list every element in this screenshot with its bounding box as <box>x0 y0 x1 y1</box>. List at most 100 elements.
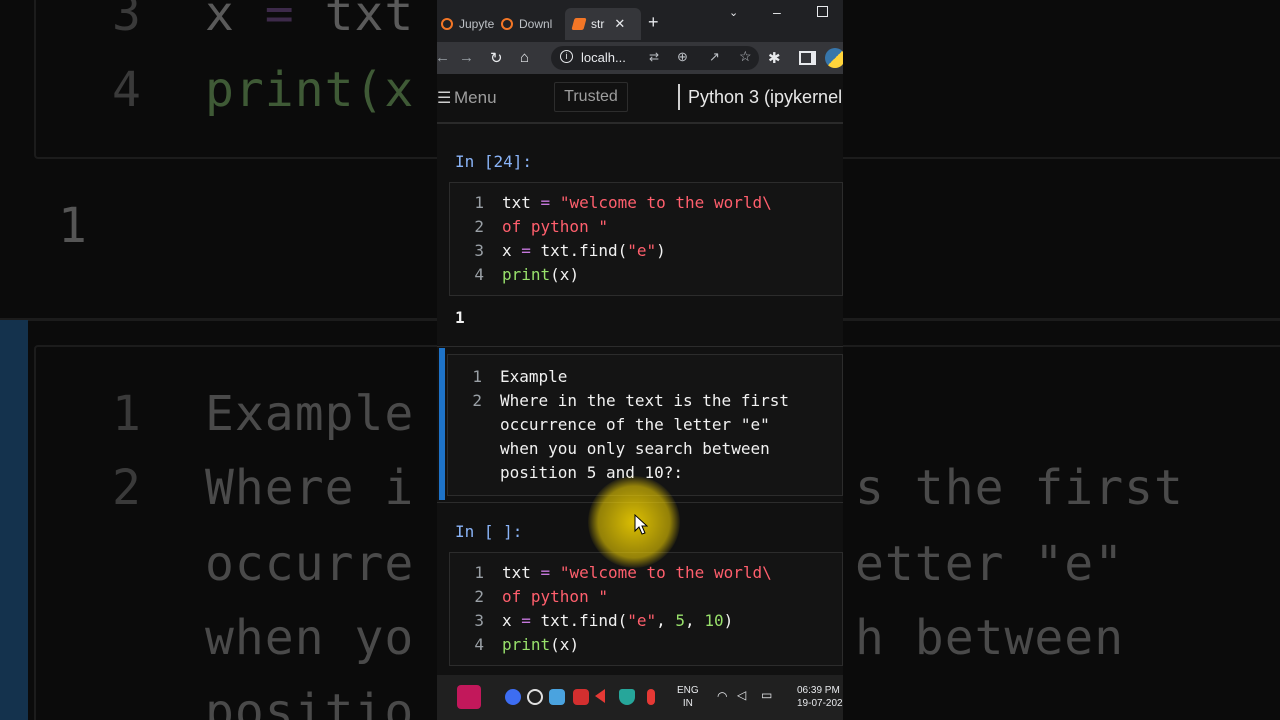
app-launcher-icon[interactable] <box>457 685 481 709</box>
jupyter-favicon-icon <box>441 18 453 30</box>
code-line: x = txt.find("e", 5, 10) <box>502 611 734 630</box>
zoom-icon[interactable]: ⊕ <box>677 49 688 65</box>
line-number: 2 <box>474 217 484 236</box>
markdown-line: Example <box>500 367 568 386</box>
code-line: of python " <box>502 217 608 236</box>
tab-download[interactable]: Downl <box>501 8 559 40</box>
bg-selected-bar <box>0 320 28 720</box>
menu-button[interactable]: Menu <box>454 88 497 108</box>
minimize-icon[interactable]: – <box>773 4 781 20</box>
markdown-line: Where in the text is the first <box>500 391 789 410</box>
line-number: 3 <box>474 241 484 260</box>
code-line: of python " <box>502 587 608 606</box>
new-tab-icon[interactable]: + <box>648 12 659 33</box>
mouse-pointer-icon <box>634 514 648 535</box>
bg-md-between: h between <box>855 610 1125 666</box>
browser-toolbar: ← → ↻ ⌂ i localh... ⇄ ⊕ ↗ ☆ ✱ <box>437 42 843 74</box>
security-shield-icon[interactable] <box>619 689 635 705</box>
volume-icon[interactable]: ◁ <box>737 689 746 702</box>
forward-icon[interactable]: → <box>459 49 474 66</box>
bg-code-print: print(x <box>205 62 415 118</box>
region-code: IN <box>682 698 693 709</box>
bg-md-where: Where i <box>205 460 415 516</box>
app-icon[interactable] <box>549 689 565 705</box>
tab-jupyter[interactable]: Jupyte <box>441 8 499 40</box>
line-number: 2 <box>472 391 482 410</box>
windows-taskbar: ENG IN ◠ ◁ ▭ 06:39 PM 19-07-2022 <box>437 675 843 720</box>
bg-md-when: when yo <box>205 610 415 666</box>
chrome-icon[interactable] <box>527 689 543 705</box>
microphone-icon[interactable] <box>647 689 655 705</box>
code-cell-1[interactable]: 1 txt = "welcome to the world\ 2 of python… <box>449 182 843 296</box>
bg-md-letter: etter "e" <box>855 536 1125 592</box>
line-number: 4 <box>474 265 484 284</box>
bookmark-star-icon[interactable]: ☆ <box>739 48 752 65</box>
language-indicator[interactable]: ENG IN <box>677 684 699 710</box>
app-icon[interactable] <box>505 689 521 705</box>
code-cell-2[interactable]: 1 txt = "welcome to the world\ 2 of python… <box>449 552 843 666</box>
tab-str-active[interactable]: str ✕ <box>565 8 641 40</box>
wifi-icon[interactable]: ◠ <box>717 690 727 703</box>
tab-label: str <box>591 17 605 31</box>
url-text: localh... <box>581 50 626 65</box>
bg-output: 1 <box>58 198 88 254</box>
home-icon[interactable]: ⌂ <box>520 49 529 66</box>
bg-md-line-number-2: 2 <box>112 460 142 516</box>
toolbar-divider <box>678 84 680 110</box>
bg-md-line-number-1: 1 <box>112 386 142 442</box>
cell-separator <box>437 346 843 347</box>
line-number: 1 <box>472 367 482 386</box>
tab-label: Jupyte <box>459 17 495 31</box>
cell-output: 1 <box>455 308 465 327</box>
notebook-area: In [24]: 1 txt = "welcome to the world\ 2… <box>437 124 843 666</box>
markdown-line: when you only search between <box>500 439 770 458</box>
jupyter-toolbar: ☰ Menu Trusted Python 3 (ipykernel <box>437 74 843 124</box>
line-number: 2 <box>474 587 484 606</box>
tab-search-chevron-icon[interactable]: ⌄ <box>729 6 738 19</box>
code-line: print(x) <box>502 635 580 654</box>
bg-line-number-3: 3 <box>112 0 142 42</box>
maximize-icon[interactable] <box>817 6 828 17</box>
selected-cell-indicator <box>439 348 445 500</box>
language-code: ENG <box>677 685 699 696</box>
profile-avatar-icon[interactable] <box>825 48 843 68</box>
clock[interactable]: 06:39 PM 19-07-2022 <box>797 684 843 710</box>
trusted-indicator[interactable]: Trusted <box>554 82 628 112</box>
screen-recording: Jupyte Downl str ✕ + ⌄ – ← → ↻ ⌂ i local… <box>437 0 843 720</box>
close-tab-icon[interactable]: ✕ <box>614 16 625 32</box>
translate-icon[interactable]: ⇄ <box>649 50 659 64</box>
bg-code-x: x = txt <box>205 0 415 42</box>
app-icon[interactable] <box>573 689 589 705</box>
code-line: print(x) <box>502 265 580 284</box>
line-number: 3 <box>474 611 484 630</box>
reload-icon[interactable]: ↻ <box>490 49 503 67</box>
extensions-icon[interactable]: ✱ <box>768 49 781 67</box>
share-icon[interactable]: ↗ <box>709 49 720 65</box>
line-number: 1 <box>474 193 484 212</box>
code-line: x = txt.find("e") <box>502 241 666 260</box>
side-panel-icon[interactable] <box>799 51 816 65</box>
markdown-cell[interactable]: 1 Example 2 Where in the text is the first… <box>447 354 843 496</box>
app-icon[interactable] <box>595 689 605 703</box>
date: 19-07-2022 <box>797 698 843 709</box>
time: 06:39 PM <box>797 685 840 696</box>
code-line: txt = "welcome to the world\ <box>502 193 772 212</box>
bg-md-first: s the first <box>855 460 1184 516</box>
tab-label: Downl <box>519 17 553 31</box>
site-info-icon[interactable]: i <box>560 50 573 63</box>
bg-md-occurrence: occurre <box>205 536 415 592</box>
bg-line-number-4: 4 <box>112 62 142 118</box>
jupyter-favicon-icon <box>501 18 513 30</box>
notebook-favicon-icon <box>571 18 587 30</box>
bg-md-example: Example <box>205 386 415 442</box>
menu-hamburger-icon[interactable]: ☰ <box>437 88 451 108</box>
address-bar[interactable]: i localh... ⇄ ⊕ ↗ ☆ <box>551 46 759 70</box>
markdown-line: occurrence of the letter "e" <box>500 415 770 434</box>
input-prompt: In [24]: <box>455 152 533 171</box>
line-number: 4 <box>474 635 484 654</box>
browser-tab-strip: Jupyte Downl str ✕ + ⌄ – <box>437 0 843 42</box>
bg-md-position: positio <box>205 684 415 720</box>
battery-icon[interactable]: ▭ <box>761 689 772 702</box>
kernel-name[interactable]: Python 3 (ipykernel <box>688 87 842 108</box>
back-icon[interactable]: ← <box>437 49 450 66</box>
